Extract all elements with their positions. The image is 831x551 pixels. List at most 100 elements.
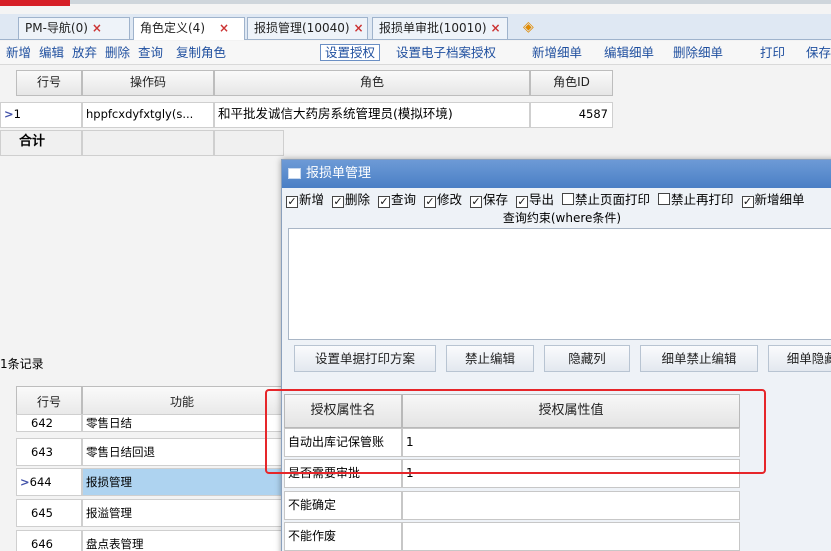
save-button[interactable]: 保存 xyxy=(806,45,831,62)
query-button[interactable]: 查询 xyxy=(138,45,163,62)
checkbox-label: 保存 xyxy=(483,192,509,207)
tab-label: 报损管理(10040) xyxy=(254,21,350,35)
app-window: PM-导航(0) × 角色定义(4) × 报损管理(10040) × 报损单审批(10… xyxy=(0,0,831,551)
tab-role-definition[interactable]: 角色定义(4) × xyxy=(133,17,245,40)
auth-name-cell[interactable]: 不能确定 xyxy=(284,491,402,520)
auth-value-cell[interactable] xyxy=(402,491,740,520)
table-row[interactable]: >644 xyxy=(16,468,82,496)
checkbox-icon: ✓ xyxy=(516,195,528,208)
hide-columns-button[interactable]: 隐藏列 xyxy=(544,345,630,372)
tab-label: 角色定义(4) xyxy=(140,21,205,35)
set-earchive-auth-button[interactable]: 设置电子档案授权 xyxy=(396,45,496,62)
checkbox-export[interactable]: ✓ 导出 xyxy=(516,191,554,209)
tab-label: 报损单审批(10010) xyxy=(379,21,487,35)
tab-label: PM-导航(0) xyxy=(25,21,88,35)
loss-order-dialog: 报损单管理 ✓ 新增 ✓ 删除 ✓ 查询 ✓ 修改 ✓ 保存 ✓ 导出 禁止页面打印 禁止再… xyxy=(281,159,831,551)
auth-name-cell[interactable]: 不能作废 xyxy=(284,522,402,551)
row-number: 644 xyxy=(29,475,52,489)
new-tab-icon[interactable]: ◈ xyxy=(523,20,537,34)
checkbox-save[interactable]: ✓ 保存 xyxy=(470,191,508,209)
checkbox-icon: ✓ xyxy=(378,195,390,208)
print-button[interactable]: 打印 xyxy=(760,45,785,62)
close-icon[interactable]: × xyxy=(354,21,364,35)
col-header-role[interactable]: 角色 xyxy=(214,70,530,96)
close-icon[interactable]: × xyxy=(491,21,501,35)
checkbox-add-detail[interactable]: ✓ 新增细单 xyxy=(741,191,805,209)
checkbox-label: 新增细单 xyxy=(754,192,805,207)
delete-button[interactable]: 删除 xyxy=(105,45,130,62)
detail-hide-columns-button[interactable]: 细单隐藏列 xyxy=(768,345,831,372)
role-name-cell[interactable]: 和平批发诚信大药房系统管理员(模拟环境) xyxy=(214,102,530,128)
checkbox-label: 禁止再打印 xyxy=(671,192,734,207)
function-cell[interactable]: 盘点表管理 xyxy=(82,530,282,551)
checkbox-icon: ✓ xyxy=(332,195,344,208)
row-number[interactable]: 646 xyxy=(16,530,82,551)
row-pointer-icon: > xyxy=(20,475,30,489)
row-number[interactable]: 643 xyxy=(16,438,82,466)
role-code-cell[interactable]: hppfcxdyfxtgly(s... xyxy=(82,102,214,128)
where-condition-label: 查询约束(where条件) xyxy=(502,211,622,225)
checkbox-query[interactable]: ✓ 查询 xyxy=(378,191,416,209)
total-cell xyxy=(214,130,284,156)
checkbox-icon: ✓ xyxy=(470,195,482,208)
edit-detail-button[interactable]: 编辑细单 xyxy=(604,45,654,62)
total-cell xyxy=(82,130,214,156)
checkbox-icon: ✓ xyxy=(741,195,754,208)
col-header-code[interactable]: 操作码 xyxy=(82,70,214,96)
row-number[interactable]: 642 xyxy=(16,414,82,432)
grid-empty-area xyxy=(0,157,281,347)
dialog-title: 报损单管理 xyxy=(306,166,372,181)
total-label: 合计 xyxy=(0,130,82,156)
checkbox-icon: ✓ xyxy=(286,195,298,208)
function-cell[interactable]: 零售日结 xyxy=(82,414,282,432)
add-button[interactable]: 新增 xyxy=(6,45,31,62)
checkbox-icon xyxy=(658,193,670,205)
checkbox-add[interactable]: ✓ 新增 xyxy=(286,191,324,209)
checkbox-label: 修改 xyxy=(437,192,463,207)
checkbox-modify[interactable]: ✓ 修改 xyxy=(424,191,462,209)
checkbox-label: 查询 xyxy=(391,192,417,207)
function-cell[interactable]: 报溢管理 xyxy=(82,499,282,527)
checkbox-label: 导出 xyxy=(529,192,555,207)
toolbar: 新增 编辑 放弃 删除 查询 复制角色 设置授权 设置电子档案授权 新增细单 编… xyxy=(0,41,831,65)
highlight-frame xyxy=(265,389,766,474)
checkbox-no-page-print[interactable]: 禁止页面打印 xyxy=(562,191,650,209)
checkbox-no-reprint[interactable]: 禁止再打印 xyxy=(658,191,734,209)
col-header-rownum[interactable]: 行号 xyxy=(16,70,82,96)
tab-pm-nav[interactable]: PM-导航(0) × xyxy=(18,17,130,39)
checkbox-delete[interactable]: ✓ 删除 xyxy=(332,191,370,209)
add-detail-button[interactable]: 新增细单 xyxy=(532,45,582,62)
checkbox-icon xyxy=(562,193,574,205)
permission-checkboxes: ✓ 新增 ✓ 删除 ✓ 查询 ✓ 修改 ✓ 保存 ✓ 导出 禁止页面打印 禁止再打印 ✓ 新增… xyxy=(286,191,831,209)
row-pointer-icon: > xyxy=(4,107,14,121)
window-icon xyxy=(288,168,301,179)
dialog-titlebar[interactable]: 报损单管理 xyxy=(282,160,831,188)
tab-loss-management[interactable]: 报损管理(10040) × xyxy=(247,17,368,39)
detail-disable-edit-button[interactable]: 细单禁止编辑 xyxy=(640,345,758,372)
copy-role-button[interactable]: 复制角色 xyxy=(176,45,226,62)
set-authorization-button[interactable]: 设置授权 xyxy=(320,44,381,61)
row-number[interactable]: 645 xyxy=(16,499,82,527)
delete-detail-button[interactable]: 删除细单 xyxy=(673,45,723,62)
checkbox-label: 新增 xyxy=(299,192,325,207)
role-id-cell[interactable]: 4587 xyxy=(530,102,613,128)
function-cell-selected[interactable]: 报损管理 xyxy=(82,468,282,496)
record-count: 1条记录 xyxy=(0,357,44,371)
where-condition-input[interactable] xyxy=(288,228,831,340)
col-header-role-id[interactable]: 角色ID xyxy=(530,70,613,96)
edit-button[interactable]: 编辑 xyxy=(39,45,64,62)
checkbox-label: 删除 xyxy=(345,192,371,207)
close-icon[interactable]: × xyxy=(92,21,102,35)
set-print-scheme-button[interactable]: 设置单据打印方案 xyxy=(294,345,436,372)
top-strip xyxy=(0,0,831,14)
tab-loss-approval[interactable]: 报损单审批(10010) × xyxy=(372,17,508,39)
auth-value-cell[interactable] xyxy=(402,522,740,551)
row-number: 1 xyxy=(13,107,21,121)
function-cell[interactable]: 零售日结回退 xyxy=(82,438,282,466)
table-row[interactable]: >1 xyxy=(0,102,82,128)
tab-bar: PM-导航(0) × 角色定义(4) × 报损管理(10040) × 报损单审批(10… xyxy=(0,14,831,40)
close-icon[interactable]: × xyxy=(219,21,229,35)
disable-edit-button[interactable]: 禁止编辑 xyxy=(446,345,534,372)
discard-button[interactable]: 放弃 xyxy=(72,45,97,62)
checkbox-label: 禁止页面打印 xyxy=(575,192,651,207)
